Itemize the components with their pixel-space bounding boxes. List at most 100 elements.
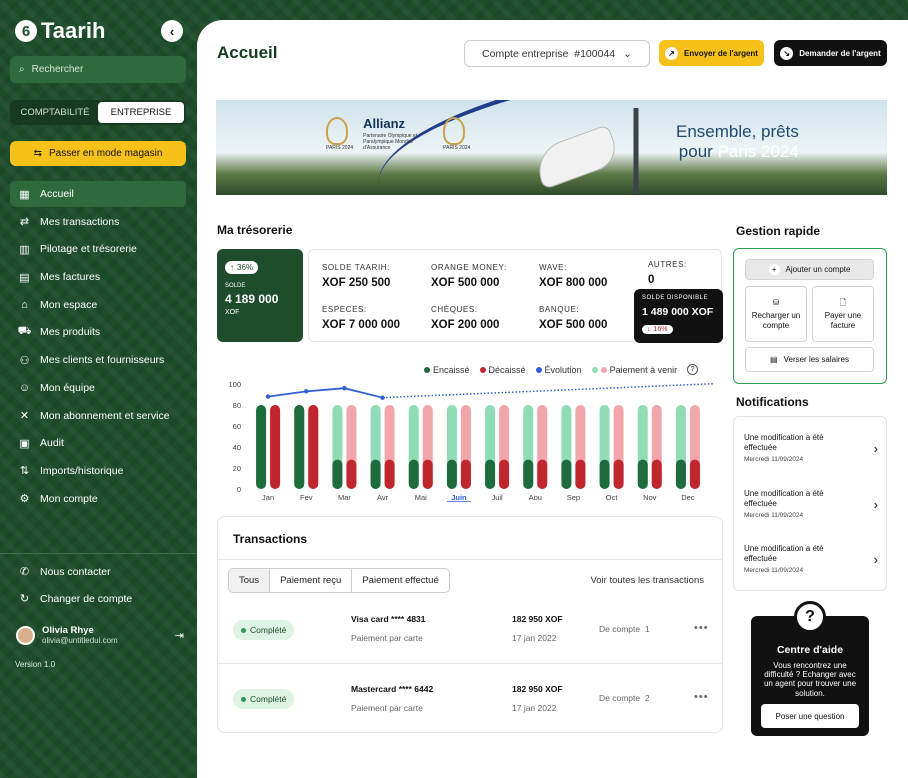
sidebar-item-label: Accueil <box>40 188 74 200</box>
tab-entreprise[interactable]: ENTREPRISE <box>98 102 184 123</box>
bar-decaisse <box>270 405 281 489</box>
x-tick-label: Oct <box>606 493 619 502</box>
sidebar-item-imports[interactable]: ⇅ Imports/historique <box>10 458 186 484</box>
cart-icon: ⛟ <box>17 325 32 338</box>
source-account: De compte 1 <box>599 624 650 634</box>
logout-icon[interactable]: ⇥ <box>175 629 184 642</box>
promo-banner[interactable]: PARIS 2024 Allianz Partenaire Olympique … <box>216 100 887 195</box>
kpi-banque: BANQUE: XOF 500 000 <box>539 305 607 331</box>
bar-encaisse <box>294 405 305 489</box>
divider <box>218 663 722 664</box>
sidebar-item-label: Mes clients et fournisseurs <box>40 354 165 367</box>
tab-paiement-recu[interactable]: Paiement reçu <box>270 569 353 592</box>
notification-item[interactable]: Une modification a été effectuée Mercred… <box>744 544 884 574</box>
status-badge: Complété <box>233 620 295 640</box>
document-icon: 🗋 <box>839 298 847 308</box>
payment-method: Paiement par carte <box>351 703 423 713</box>
table-row[interactable]: Complété Mastercard **** 6442 Paiement p… <box>218 665 722 733</box>
paralympic-logo <box>443 116 466 145</box>
shop-mode-label: Passer en mode magasin <box>48 148 163 159</box>
chevron-down-icon: ⌄ <box>623 47 632 60</box>
swap-icon: ⇆ <box>33 148 42 159</box>
more-options-icon[interactable]: ••• <box>694 622 709 634</box>
more-options-icon[interactable]: ••• <box>694 691 709 703</box>
phone-icon: ✆ <box>19 566 30 578</box>
sidebar-item-label: Mon équipe <box>40 381 95 394</box>
notification-item[interactable]: Une modification a été effectuée Mercred… <box>744 433 884 463</box>
transactions-title: Transactions <box>233 532 308 546</box>
available-balance-card: SOLDE DISPONIBLE 1 489 000 XOF ↓ 16% <box>634 289 723 343</box>
transactions-card: Transactions Tous Paiement reçu Paiement… <box>217 516 723 733</box>
payment-method: Paiement par carte <box>351 633 423 643</box>
avatar[interactable] <box>16 625 35 645</box>
tagline-line-2: pour <box>678 142 713 162</box>
brand-name: Taarih <box>41 18 106 43</box>
sidebar-item-contact[interactable]: ✆ Nous contacter <box>10 558 186 585</box>
sidebar-item-clients[interactable]: ⚇ Mes clients et fournisseurs <box>10 347 186 373</box>
notification-date: Mercredi 11/09/2024 <box>744 567 804 575</box>
sidebar-item-abonnement[interactable]: ✕ Mon abonnement et service <box>10 403 186 429</box>
evolution-point <box>380 395 385 400</box>
refresh-icon: ↻ <box>19 593 30 605</box>
tab-comptabilite[interactable]: COMPTABILITÉ <box>12 102 98 123</box>
available-balance-value: 1 489 000 XOF <box>642 306 714 318</box>
kpi-especes: ESPECES: XOF 7 000 000 <box>322 305 400 331</box>
sidebar-item-switch-account[interactable]: ↻ Changer de compte <box>10 585 186 612</box>
table-row[interactable]: Complété Visa card **** 4831 Paiement pa… <box>218 597 722 665</box>
bar-encaisse <box>637 459 648 489</box>
arrow-up-right-icon: ↗ <box>665 46 679 60</box>
bar-decaisse <box>422 459 433 489</box>
send-money-button[interactable]: ↗ Envoyer de l'argent <box>659 40 764 66</box>
plus-icon: + <box>768 264 780 275</box>
sidebar-item-factures[interactable]: ▤ Mes factures <box>10 264 186 290</box>
see-all-transactions-link[interactable]: Voir toutes les transactions <box>590 575 704 586</box>
notification-text: Une modification a été effectuée <box>744 544 824 563</box>
notification-text: Une modification a été effectuée <box>744 489 824 508</box>
quick-actions-card: + Ajouter un compte ⛁ Recharger un compt… <box>733 248 887 384</box>
notifications-card: Une modification a été effectuée Mercred… <box>733 416 887 591</box>
sidebar-item-label: Changer de compte <box>40 592 133 605</box>
sidebar-item-compte[interactable]: ⚙ Mon compte <box>10 486 186 512</box>
pay-invoice-button[interactable]: 🗋 Payer une facture <box>812 286 874 342</box>
sidebar-item-accueil[interactable]: ▦ Accueil <box>10 181 186 207</box>
kpi-value: XOF 500 000 <box>431 277 500 289</box>
sidebar-item-espace[interactable]: ⌂ Mon espace <box>10 292 186 318</box>
shop-mode-button[interactable]: ⇆ Passer en mode magasin <box>10 141 186 166</box>
search-input[interactable]: ⌕ Rechercher <box>10 56 186 83</box>
send-money-label: Envoyer de l'argent <box>684 48 758 58</box>
request-money-button[interactable]: ↘ Demander de l'argent <box>774 40 887 66</box>
x-tick-label: Sep <box>567 493 580 502</box>
sidebar-divider <box>0 553 197 554</box>
sidebar-item-audit[interactable]: ▣ Audit <box>10 430 186 456</box>
bar-decaisse <box>651 459 662 489</box>
chevron-left-icon: ‹ <box>169 23 175 39</box>
add-account-button[interactable]: + Ajouter un compte <box>745 259 874 280</box>
ask-question-button[interactable]: Poser une question <box>761 704 859 728</box>
sidebar-nav: ▦ Accueil ⇄ Mes transactions ▥ Pilotage et … <box>10 181 186 513</box>
x-tick-label: Fev <box>300 493 313 502</box>
status-badge: Complété <box>233 689 295 709</box>
collapse-sidebar-button[interactable]: ‹ <box>161 20 183 42</box>
tresorerie-title: Ma trésorerie <box>217 223 293 237</box>
help-center-card: ? Centre d'aide Vous rencontrez une diff… <box>751 601 869 736</box>
bar-encaisse <box>332 459 343 489</box>
sidebar-item-equipe[interactable]: ☺ Mon équipe <box>10 375 186 401</box>
recharge-account-button[interactable]: ⛁ Recharger un compte <box>745 286 807 342</box>
notification-item[interactable]: Une modification a été effectuée Mercred… <box>744 489 884 519</box>
account-selector[interactable]: Compte entreprise #100044 ⌄ <box>464 40 650 67</box>
brand-logo[interactable]: 6 Taarih <box>15 18 105 44</box>
tresorerie-chart: 0 20 40 60 80 100 Jan Fev Mar Avr Mai Juin Juil Aou Se… <box>228 380 714 502</box>
status-label: Complété <box>250 694 287 704</box>
tagline-line-3: Paris 2024 <box>717 142 799 162</box>
tab-tous[interactable]: Tous <box>229 569 271 592</box>
sidebar-item-pilotage[interactable]: ▥ Pilotage et trésorerie <box>10 236 186 262</box>
allianz-logo: Allianz <box>363 116 406 131</box>
mode-toggle: COMPTABILITÉ ENTREPRISE <box>10 100 186 125</box>
sidebar-item-produits[interactable]: ⛟ Mes produits <box>10 319 186 345</box>
tab-paiement-effectue[interactable]: Paiement effectué <box>352 569 448 592</box>
arrow-up-icon: ↑ <box>230 263 234 272</box>
sidebar-item-transactions[interactable]: ⇄ Mes transactions <box>10 209 186 235</box>
evolution-point <box>304 389 309 394</box>
solde-card: ↑ 36% SOLDE 4 189 000 XOF <box>217 249 303 342</box>
pay-salaries-button[interactable]: ▤ Verser les salaires <box>745 347 874 372</box>
